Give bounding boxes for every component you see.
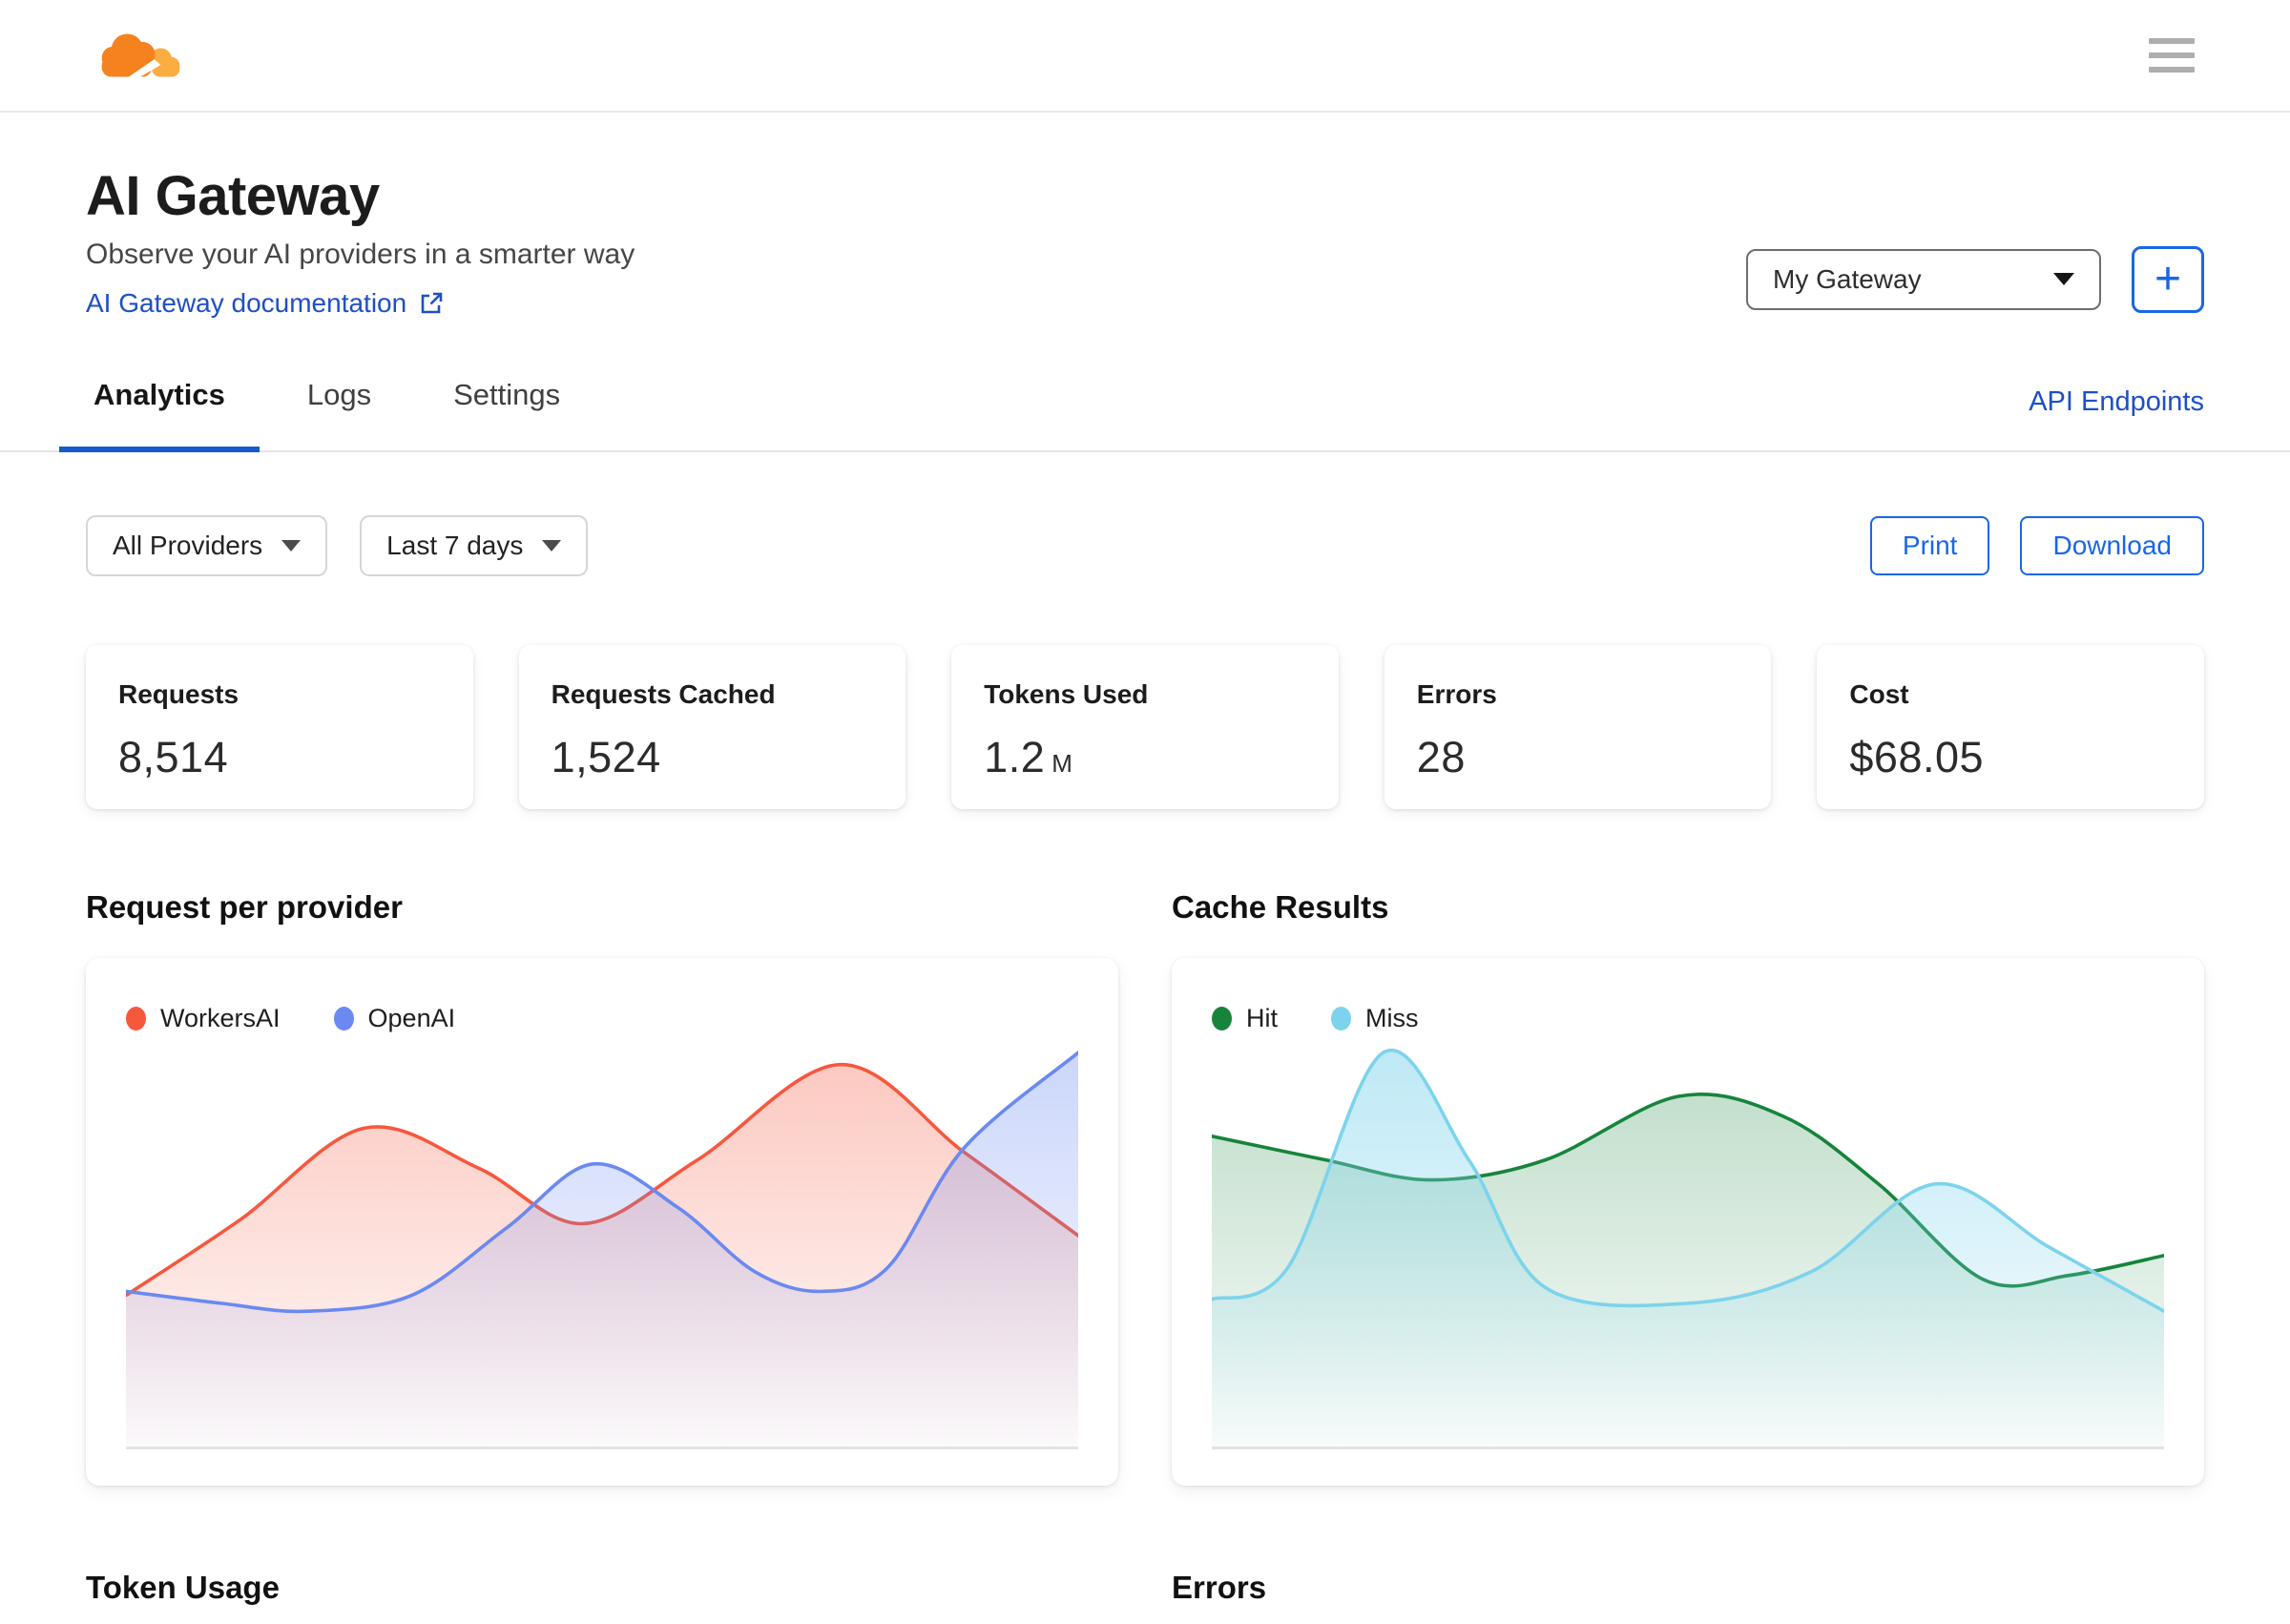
stat-value: 1,524 [551,732,661,781]
request-per-provider-heading: Request per provider [86,888,403,925]
provider-filter-value: All Providers [113,530,263,560]
documentation-link[interactable]: AI Gateway documentation [86,288,445,319]
title-block: AI Gateway Observe your AI providers in … [86,166,635,319]
menu-hamburger-icon[interactable] [2149,38,2195,73]
tab-logs[interactable]: Logs [300,372,379,450]
legend-dot [1331,1006,1351,1031]
tab-settings[interactable]: Settings [446,372,568,450]
main-content: AI Gateway Observe your AI providers in … [0,166,2290,1606]
legend-label: WorkersAI [160,1003,281,1032]
Cache Results-svg [1212,1049,2164,1447]
legend-item-miss[interactable]: Miss [1331,1004,1419,1033]
Request per provider-svg [126,1049,1078,1447]
download-button[interactable]: Download [2020,515,2204,575]
stat-card-requests-cached: Requests Cached 1,524 [518,644,906,809]
cache-results-plot [1212,1049,2164,1449]
stat-value: 8,514 [118,732,229,781]
stat-card-tokens-used: Tokens Used 1.2 M [951,644,1339,809]
request-per-provider-block: Request per provider WorkersAI OpenAI [86,889,1118,1486]
ai-gateway-page: AI Gateway Observe your AI providers in … [0,0,2290,1624]
date-range-value: Last 7 days [386,530,524,560]
bottom-section-headings: Token Usage Errors [86,1570,2204,1606]
tab-bar: Analytics Logs Settings API Endpoints [0,372,2290,452]
charts-row: Request per provider WorkersAI OpenAI Ca… [86,889,2204,1486]
stat-label: Requests [118,678,239,709]
page-subtitle: Observe your AI providers in a smarter w… [86,238,635,270]
chevron-down-icon [542,539,562,552]
print-button[interactable]: Print [1869,515,1990,575]
stat-label: Errors [1416,678,1497,709]
filter-toolbar: All Providers Last 7 days Print Download [86,514,2204,576]
export-actions: Print Download [1869,515,2204,575]
stat-label: Cost [1849,678,1909,709]
chevron-down-icon [281,539,302,552]
documentation-link-label: AI Gateway documentation [86,287,407,318]
cache-results-heading: Cache Results [1172,888,1389,925]
stat-value: 1.2 M [984,732,1073,781]
stat-card-errors: Errors 28 [1384,644,1772,809]
stat-label: Requests Cached [551,678,776,709]
gateway-select-value: My Gateway [1773,263,1922,294]
cache-results-block: Cache Results Hit Miss [1172,889,2204,1486]
page-title: AI Gateway [86,165,380,227]
legend-item-hit[interactable]: Hit [1212,1004,1278,1033]
stats-row: Requests 8,514 Requests Cached 1,524 Tok… [86,644,2204,809]
stat-unit: M [1051,748,1073,778]
tab-analytics[interactable]: Analytics [59,372,260,452]
plus-icon: + [2154,253,2182,304]
stat-label: Tokens Used [984,678,1149,709]
legend-label: Miss [1365,1003,1419,1032]
chevron-down-icon [2053,273,2074,286]
cloudflare-logo [91,27,186,84]
tabs: Analytics Logs Settings [59,372,568,452]
gateway-select[interactable]: My Gateway [1746,248,2101,310]
legend-item-workersai[interactable]: WorkersAI [126,1004,281,1033]
external-link-icon [418,290,445,317]
provider-filter-select[interactable]: All Providers [86,514,328,576]
legend-dot [126,1006,146,1031]
stat-card-requests: Requests 8,514 [86,644,473,809]
stat-value: 28 [1416,732,1466,781]
date-range-select[interactable]: Last 7 days [360,514,589,576]
stat-card-cost: Cost $68.05 [1817,644,2204,809]
add-gateway-button[interactable]: + [2132,245,2204,313]
legend-dot [1212,1006,1232,1031]
page-title-row: AI Gateway Observe your AI providers in … [86,166,2204,319]
legend-item-openai[interactable]: OpenAI [333,1003,456,1033]
legend-label: OpenAI [367,1003,456,1032]
legend-dot [333,1006,354,1031]
request-per-provider-plot [126,1049,1078,1449]
app-header [0,0,2290,113]
request-per-provider-card: WorkersAI OpenAI [86,957,1118,1486]
errors-heading: Errors [1172,1569,1267,1605]
token-usage-heading: Token Usage [86,1569,280,1605]
gateway-controls: My Gateway + [1746,245,2204,313]
filters: All Providers Last 7 days [86,514,589,576]
chart-legend: WorkersAI OpenAI [126,1004,1078,1033]
api-endpoints-link[interactable]: API Endpoints [2029,386,2204,450]
legend-label: Hit [1246,1003,1278,1032]
cache-results-card: Hit Miss [1172,957,2204,1486]
chart-legend: Hit Miss [1212,1004,2164,1033]
stat-value: $68.05 [1849,732,1985,781]
